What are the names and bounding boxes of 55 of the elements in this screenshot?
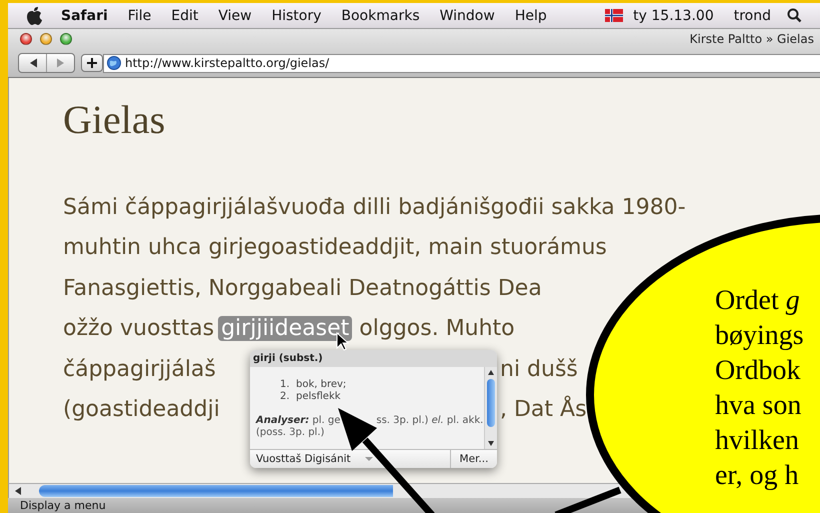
vertical-scrollbar[interactable] [484,367,497,449]
forward-icon [56,58,64,68]
popup-title: girji (subst.) [250,350,497,367]
window-title: Kirste Paltto » Gielas [690,32,814,46]
menu-item[interactable]: File [118,8,162,24]
body-text: , Dat Ås [500,397,587,422]
user-menu[interactable]: trond [724,8,781,24]
up-arrow-icon[interactable] [488,370,494,375]
sense-number: 1. [280,379,291,391]
body-text: ni dušš [500,356,578,382]
callout-text: Ordet g [715,284,800,318]
sense-number: 2. [280,391,291,403]
callout-text: Ordbok [715,354,801,388]
globe-icon [107,56,121,70]
callout-text: bøyings [715,319,804,353]
body-text: čáppagirjjálaš [63,356,216,382]
add-bookmark-button[interactable] [81,54,103,72]
body-text: olggos. Muhto [359,316,515,342]
analyser-text: Analyser: pl. ge ss. 3p. pl.) el. pl. akk. (poss. 3p. pl.) [256,415,484,439]
callout-text: hvilken [715,424,799,458]
sense-text: pelsflekk [296,391,341,403]
flag-icon[interactable] [605,9,624,22]
close-button[interactable] [20,33,32,45]
page-heading: Gielas [63,96,166,143]
app-menu[interactable]: Safari [51,8,118,24]
scrollbar-thumb[interactable] [487,379,495,427]
dictionary-dropdown[interactable]: Vuosttaš Digisánit [250,450,450,468]
apple-icon[interactable] [26,6,43,26]
more-button[interactable]: Mer... [450,450,497,468]
menu-item[interactable]: Help [504,8,557,24]
search-icon[interactable] [787,8,802,23]
menu-item[interactable]: Bookmarks [331,8,430,24]
plus-icon [87,58,97,68]
zoom-button[interactable] [60,33,72,45]
menu-item[interactable]: Edit [161,8,208,24]
body-text: Sámi čáppagirjjálašvuođa dilli badjánišgođii sakka 1980- [63,194,686,220]
caret-icon [364,457,373,461]
body-text: Fanasgiettis, Norggabeali Deatnogáttis Dea [63,276,542,301]
back-icon [28,58,36,68]
body-text: (goastideaddji [63,397,220,422]
left-arrow-icon[interactable] [15,487,21,495]
callout-text: hva son [715,389,802,423]
callout-text: er, og h [715,459,799,493]
menu-item[interactable]: Window [430,8,505,24]
minimize-button[interactable] [40,33,52,45]
menu-clock[interactable]: ty 15.13.00 [623,8,724,24]
body-text: ožžo vuosttas [63,316,214,342]
menu-item[interactable]: History [262,8,332,24]
down-arrow-icon[interactable] [488,441,494,446]
menu-item[interactable]: View [208,8,262,24]
address-field[interactable]: http://www.kirstepaltto.org/gielas/ [103,54,820,72]
body-text: muhtin uhca girjegoastideaddjit, main stuorámus [63,235,607,260]
scrollbar-thumb[interactable] [39,485,393,497]
sense-text: bok, brev; [296,379,346,391]
selected-word: girjjiideaset [218,316,352,342]
